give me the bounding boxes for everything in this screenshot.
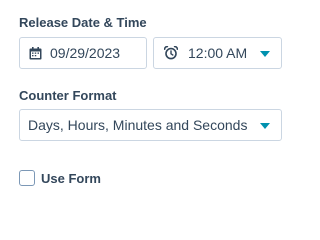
calendar-icon bbox=[28, 46, 42, 60]
alarm-clock-icon bbox=[164, 46, 178, 60]
date-input[interactable]: 09/29/2023 bbox=[19, 37, 147, 69]
time-select[interactable]: 12:00 AM bbox=[153, 37, 282, 69]
use-form-checkbox[interactable] bbox=[19, 170, 35, 186]
release-date-time-label: Release Date & Time bbox=[19, 15, 147, 30]
counter-format-select[interactable]: Days, Hours, Minutes and Seconds bbox=[19, 109, 282, 141]
counter-format-value: Days, Hours, Minutes and Seconds bbox=[28, 117, 248, 133]
chevron-down-icon bbox=[260, 123, 270, 129]
time-value: 12:00 AM bbox=[188, 45, 248, 61]
chevron-down-icon bbox=[260, 51, 270, 57]
counter-format-label: Counter Format bbox=[19, 88, 117, 103]
date-value: 09/29/2023 bbox=[50, 45, 121, 61]
use-form-label[interactable]: Use Form bbox=[41, 171, 101, 187]
